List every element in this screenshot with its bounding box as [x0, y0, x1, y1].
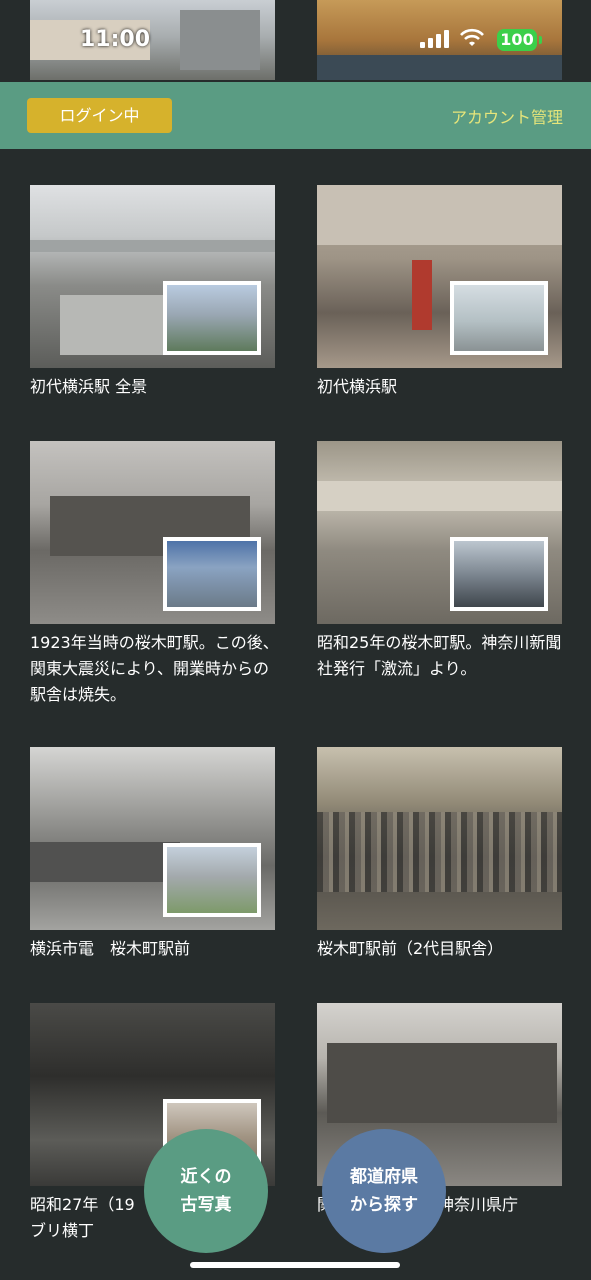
photo-caption-3: 1923年当時の桜木町駅。この後、関東大震災により、開業時からの駅舎は焼失。	[30, 633, 279, 704]
modern-thumbnail	[450, 281, 548, 355]
login-status-button[interactable]: ログイン中	[27, 98, 172, 133]
photo-card-4[interactable]	[317, 441, 562, 624]
status-time: 11:00	[80, 27, 151, 52]
account-management-link[interactable]: アカウント管理	[451, 104, 563, 128]
wifi-icon	[460, 28, 484, 46]
battery-tip	[539, 36, 542, 44]
modern-thumbnail	[163, 537, 261, 611]
modern-thumbnail	[163, 281, 261, 355]
nearby-photos-line1: 近くの	[180, 1167, 232, 1187]
photo-caption-5: 横浜市電 桜木町駅前	[30, 939, 191, 958]
photo-caption-1: 初代横浜駅 全景	[30, 377, 148, 396]
search-by-prefecture-button[interactable]: 都道府県 から探す	[322, 1129, 446, 1253]
app-header: ログイン中 アカウント管理	[0, 82, 591, 149]
photo-card-2[interactable]	[317, 185, 562, 368]
modern-thumbnail	[163, 843, 261, 917]
battery-icon: 100	[497, 29, 537, 51]
photo-card-1[interactable]	[30, 185, 275, 368]
photo-caption-4: 昭和25年の桜木町駅。神奈川新聞社発行「激流」より。	[317, 633, 562, 678]
cellular-signal-icon	[420, 30, 449, 48]
photo-caption-2: 初代横浜駅	[317, 377, 398, 396]
photo-caption-8-suffix: 神奈川県庁	[438, 1195, 519, 1214]
photo-card-6[interactable]	[317, 747, 562, 930]
search-by-prefecture-line1: 都道府県	[350, 1167, 418, 1187]
nearby-photos-button[interactable]: 近くの 古写真	[144, 1129, 268, 1253]
modern-thumbnail	[450, 537, 548, 611]
status-bar: 11:00 100	[0, 0, 591, 82]
photo-caption-6: 桜木町駅前（2代目駅舎）	[317, 939, 504, 958]
nearby-photos-line2: 古写真	[180, 1195, 232, 1215]
home-indicator[interactable]	[190, 1262, 400, 1268]
search-by-prefecture-line2: から探す	[350, 1195, 418, 1215]
photo-card-5[interactable]	[30, 747, 275, 930]
photo-card-3[interactable]	[30, 441, 275, 624]
